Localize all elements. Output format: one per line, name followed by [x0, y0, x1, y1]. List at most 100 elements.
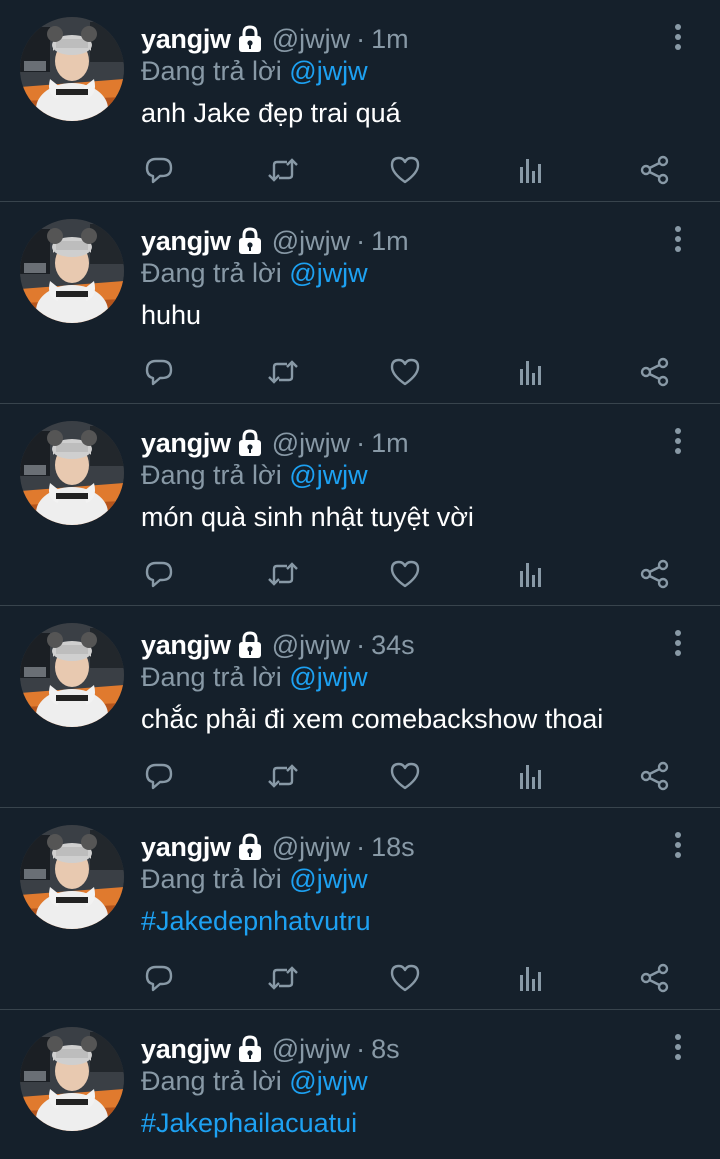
stats-button[interactable]: [513, 556, 549, 592]
avatar-image: [20, 17, 124, 121]
tweet[interactable]: yangjw @jwjw · 1m Đang trả lời @jwjw anh…: [0, 0, 720, 202]
tweet-text: món quà sinh nhật tuyệt vời: [141, 502, 474, 532]
retweet-button[interactable]: [265, 556, 301, 592]
mention-link[interactable]: @jwjw: [289, 258, 367, 288]
avatar[interactable]: [20, 421, 124, 525]
tweet-header: yangjw @jwjw · 1m: [141, 426, 409, 460]
user-handle[interactable]: @jwjw: [272, 832, 350, 863]
reply-button[interactable]: [141, 758, 177, 794]
more-vertical-icon[interactable]: [668, 22, 688, 52]
bar-chart-icon: [520, 159, 541, 183]
retweet-icon: [268, 562, 298, 586]
heart-icon: [390, 964, 420, 992]
avatar[interactable]: [20, 623, 124, 727]
more-vertical-icon[interactable]: [668, 628, 688, 658]
timestamp[interactable]: 18s: [371, 832, 415, 863]
heart-icon: [390, 762, 420, 790]
replying-to-label: Đang trả lời: [141, 1066, 282, 1096]
share-button[interactable]: [637, 960, 673, 996]
timestamp[interactable]: 8s: [371, 1034, 400, 1065]
retweet-button[interactable]: [265, 758, 301, 794]
tweet[interactable]: yangjw @jwjw · 1m Đang trả lời @jwjw món…: [0, 404, 720, 606]
avatar[interactable]: [20, 17, 124, 121]
mention-link[interactable]: @jwjw: [289, 662, 367, 692]
stats-button[interactable]: [513, 758, 549, 794]
share-button[interactable]: [637, 152, 673, 188]
replying-to-label: Đang trả lời: [141, 662, 282, 692]
replying-to: Đang trả lời @jwjw: [141, 258, 368, 289]
more-vertical-icon[interactable]: [668, 1032, 688, 1062]
display-name[interactable]: yangjw: [141, 630, 231, 661]
share-icon: [640, 761, 669, 791]
more-vertical-icon[interactable]: [668, 224, 688, 254]
tweet-header: yangjw @jwjw · 1m: [141, 224, 409, 258]
tweet-text: #Jakedepnhatvutru: [141, 906, 371, 936]
separator: ·: [356, 1033, 366, 1064]
share-button[interactable]: [637, 354, 673, 390]
stats-button[interactable]: [513, 354, 549, 390]
heart-icon: [390, 156, 420, 184]
retweet-button[interactable]: [265, 960, 301, 996]
reply-button[interactable]: [141, 152, 177, 188]
bar-chart-icon: [520, 563, 541, 587]
retweet-button[interactable]: [265, 354, 301, 390]
avatar[interactable]: [20, 219, 124, 323]
more-vertical-icon[interactable]: [668, 830, 688, 860]
timestamp[interactable]: 34s: [371, 630, 415, 661]
user-handle[interactable]: @jwjw: [272, 226, 350, 257]
display-name[interactable]: yangjw: [141, 1034, 231, 1065]
user-handle[interactable]: @jwjw: [272, 630, 350, 661]
timestamp[interactable]: 1m: [371, 428, 409, 459]
avatar-image: [20, 421, 124, 525]
share-icon: [640, 357, 669, 387]
like-button[interactable]: [387, 152, 423, 188]
reply-button[interactable]: [141, 556, 177, 592]
user-handle[interactable]: @jwjw: [272, 428, 350, 459]
separator: ·: [356, 831, 366, 862]
like-button[interactable]: [387, 556, 423, 592]
display-name[interactable]: yangjw: [141, 428, 231, 459]
retweet-button[interactable]: [265, 152, 301, 188]
reply-button[interactable]: [141, 354, 177, 390]
share-button[interactable]: [637, 758, 673, 794]
mention-link[interactable]: @jwjw: [289, 1066, 367, 1096]
tweet[interactable]: yangjw @jwjw · 1m Đang trả lời @jwjw huh…: [0, 202, 720, 404]
like-button[interactable]: [387, 960, 423, 996]
bar-chart-icon: [520, 361, 541, 385]
reply-icon: [145, 157, 173, 184]
lock-icon: [238, 1035, 261, 1062]
tweet[interactable]: yangjw @jwjw · 34s Đang trả lời @jwjw ch…: [0, 606, 720, 808]
reply-button[interactable]: [141, 960, 177, 996]
user-handle[interactable]: @jwjw: [272, 1034, 350, 1065]
tweet-actions: [141, 758, 681, 794]
tweet-header: yangjw @jwjw · 18s: [141, 830, 415, 864]
tweet-actions: [141, 960, 681, 996]
tweet[interactable]: yangjw @jwjw · 8s Đang trả lời @jwjw #Ja…: [0, 1010, 720, 1159]
display-name[interactable]: yangjw: [141, 226, 231, 257]
separator: ·: [356, 427, 366, 458]
display-name[interactable]: yangjw: [141, 24, 231, 55]
mention-link[interactable]: @jwjw: [289, 460, 367, 490]
share-icon: [640, 155, 669, 185]
tweet-text: chắc phải đi xem comebackshow thoai: [141, 704, 604, 734]
timestamp[interactable]: 1m: [371, 226, 409, 257]
stats-button[interactable]: [513, 960, 549, 996]
avatar[interactable]: [20, 1027, 124, 1131]
avatar[interactable]: [20, 825, 124, 929]
heart-icon: [390, 358, 420, 386]
mention-link[interactable]: @jwjw: [289, 864, 367, 894]
separator: ·: [356, 23, 366, 54]
like-button[interactable]: [387, 354, 423, 390]
stats-button[interactable]: [513, 152, 549, 188]
bar-chart-icon: [520, 765, 541, 789]
mention-link[interactable]: @jwjw: [289, 56, 367, 86]
share-button[interactable]: [637, 556, 673, 592]
tweet[interactable]: yangjw @jwjw · 18s Đang trả lời @jwjw #J…: [0, 808, 720, 1010]
user-handle[interactable]: @jwjw: [272, 24, 350, 55]
like-button[interactable]: [387, 758, 423, 794]
avatar-image: [20, 825, 124, 929]
display-name[interactable]: yangjw: [141, 832, 231, 863]
timestamp[interactable]: 1m: [371, 24, 409, 55]
more-vertical-icon[interactable]: [668, 426, 688, 456]
lock-icon: [238, 227, 261, 254]
